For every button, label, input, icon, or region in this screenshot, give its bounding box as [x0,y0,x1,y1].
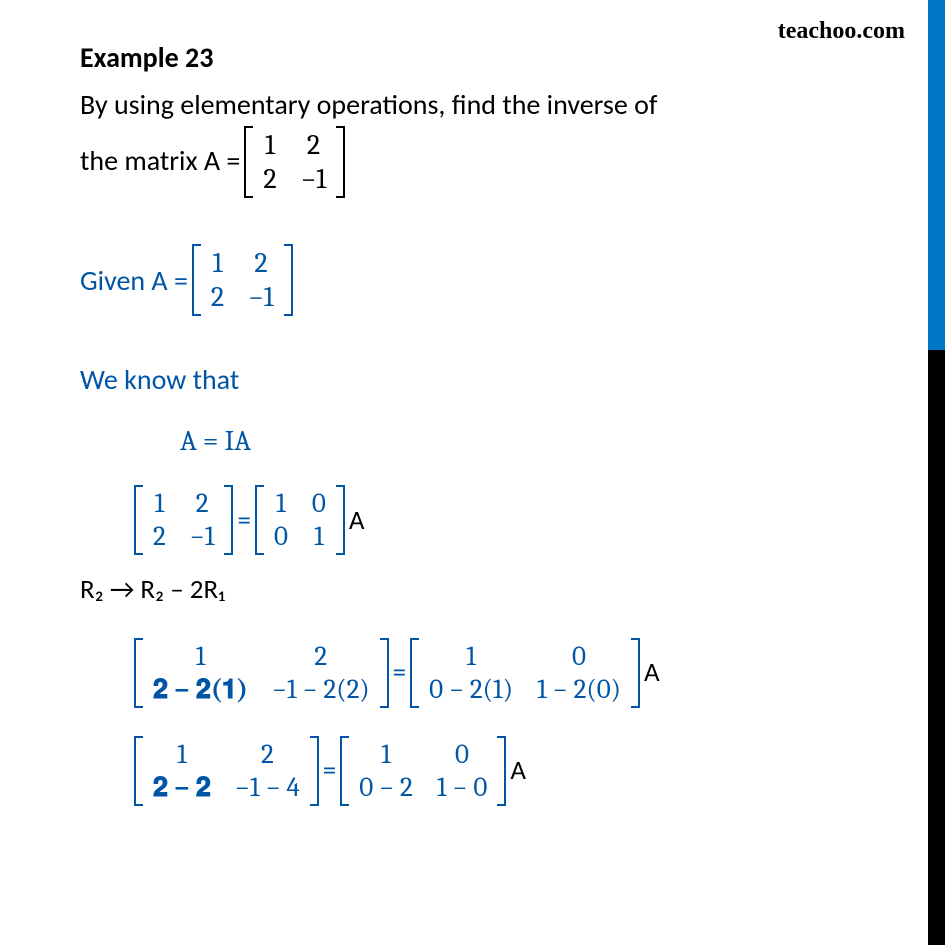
row-operation: R₂ → R₂ – 2R₁ [80,570,848,609]
e1R-r2c1: 0 [268,520,294,553]
eq1-left: 1 2 2 −1 [134,485,233,555]
e2R-r2c2: 1 − 2(0) [531,673,627,706]
question-prefix: the matrix A = [80,141,240,182]
e3R-r2c2: 1 − 0 [431,771,494,804]
e3R-r1c1: 1 [353,738,419,771]
e1L-r2c1: 2 [147,520,172,553]
e3R-r2c1: 0 − 2 [353,771,419,804]
eq1-suffix: A [349,504,365,537]
e1R-r1c2: 0 [306,487,332,520]
question-line2: the matrix A = 1 2 2 −1 [80,126,848,198]
we-know-line: We know that [80,362,848,397]
e3L-r1c2: 2 [229,738,306,771]
question-line1: By using elementary operations, find the… [80,85,848,126]
e3R-r1c2: 0 [431,738,494,771]
gA-r2c2: −1 [242,280,280,314]
e2R-r1c1: 1 [423,640,519,673]
eq-A-IA: A = IA [80,425,848,457]
eq3-sep: = [323,754,336,787]
eq2-right: 1 0 − 2(1) 0 1 − 2(0) [410,638,640,708]
eq3-suffix: A [510,754,526,787]
e1R-r1c1: 1 [268,487,294,520]
mA-r2c2: −1 [295,162,333,196]
e3L-r2c2: −1 − 4 [229,771,306,804]
gA-r1c1: 1 [205,246,230,280]
eq1: 1 2 2 −1 = 1 0 0 1 A [80,485,848,555]
given-prefix: Given A = [80,263,188,298]
given-line: Given A = 1 2 2 −1 [80,244,848,316]
accent-bar-bottom [928,350,945,945]
e2R-r2c1: 0 − 2(1) [423,673,519,706]
eq2-sep: = [393,656,406,689]
watermark: teachoo.com [778,18,905,45]
e1L-r1c2: 2 [184,487,221,520]
mA-r1c2: 2 [295,128,333,162]
eq1-right: 1 0 0 1 [255,485,345,555]
eq2-suffix: A [644,656,660,689]
gA-r2c1: 2 [205,280,230,314]
gA-r1c2: 2 [242,246,280,280]
matrix-A-question: 1 2 2 −1 [244,126,345,198]
example-title: Example 23 [80,40,848,75]
e2R-r1c2: 0 [531,640,627,673]
e1L-r2c2: −1 [184,520,221,553]
e1L-r1c1: 1 [147,487,172,520]
accent-bar-top [928,0,945,350]
eq1-sep: = [237,504,250,537]
eq3: 1 𝟐 − 𝟐 2 −1 − 4 = 1 0 − 2 0 1 − 0 A [80,736,848,806]
matrix-A-given: 1 2 2 −1 [192,244,293,316]
e2L-r1c2: 2 [266,640,376,673]
e1R-r2c2: 1 [306,520,332,553]
mA-r1c1: 1 [257,128,282,162]
e2L-r2c1: 𝟐 − 𝟐(𝟏) [147,673,254,706]
e2L-r1c1: 1 [147,640,254,673]
eq3-right: 1 0 − 2 0 1 − 0 [340,736,506,806]
e2L-r2c2: −1 − 2(2) [266,673,376,706]
e3L-r1c1: 1 [147,738,217,771]
eq2-left: 1 𝟐 − 𝟐(𝟏) 2 −1 − 2(2) [134,638,389,708]
mA-r2c1: 2 [257,162,282,196]
eq3-left: 1 𝟐 − 𝟐 2 −1 − 4 [134,736,319,806]
eq2: 1 𝟐 − 𝟐(𝟏) 2 −1 − 2(2) = 1 0 − 2(1) 0 1 … [80,638,848,708]
e3L-r2c1: 𝟐 − 𝟐 [147,771,217,804]
